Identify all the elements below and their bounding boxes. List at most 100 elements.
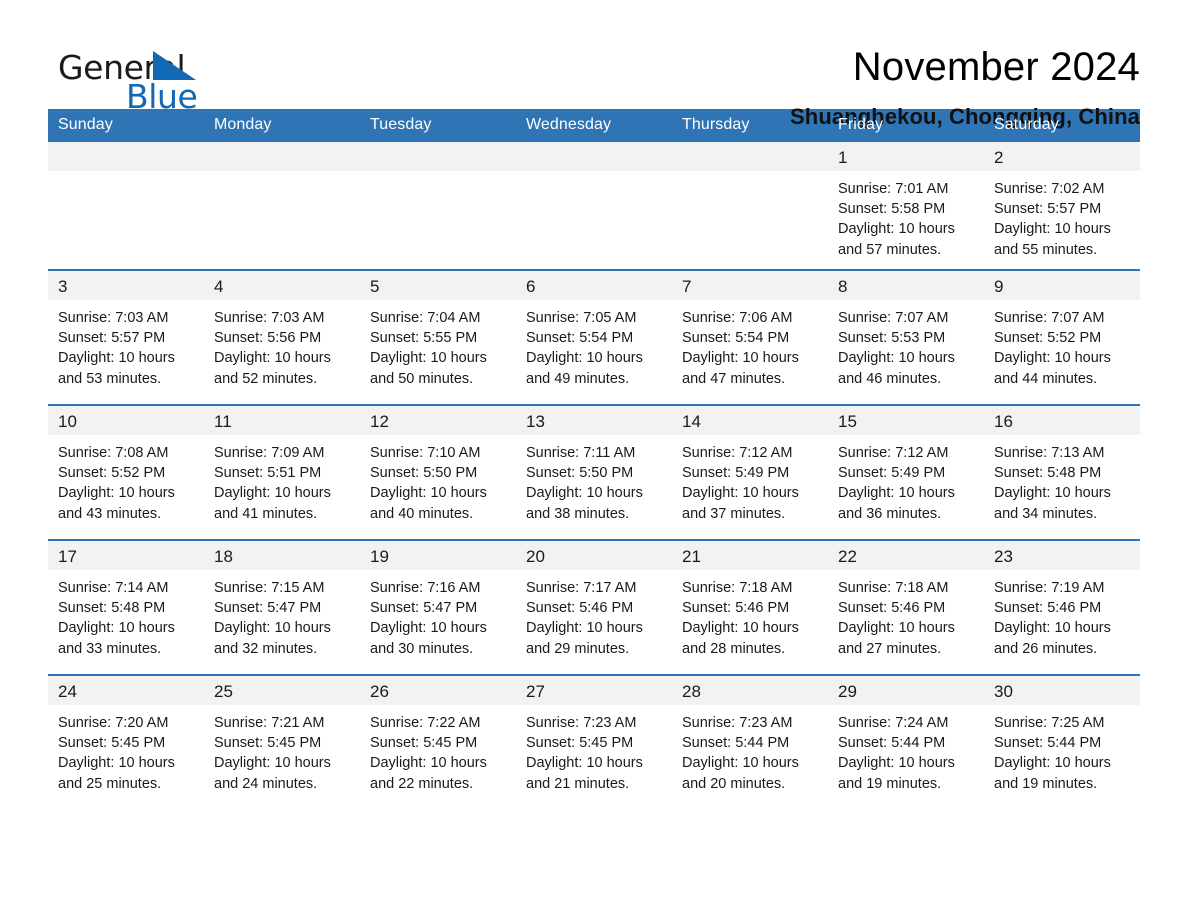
calendar-day-cell[interactable]: 7 Sunrise: 7:06 AM Sunset: 5:54 PM Daylight… bbox=[672, 269, 828, 405]
calendar-day-cell[interactable]: 29 Sunrise: 7:24 AM Sunset: 5:44 PM Dayligh… bbox=[828, 674, 984, 809]
calendar-day-cell[interactable]: 16 Sunrise: 7:13 AM Sunset: 5:48 PM Dayligh… bbox=[984, 404, 1140, 540]
daylight-text-line1: Daylight: 10 hours bbox=[682, 485, 799, 502]
daylight-text-line2: and 21 minutes. bbox=[526, 775, 630, 792]
calendar-page: General Blue November 2024 Shuanghekou, … bbox=[0, 0, 1188, 918]
day-cell-inner: 9 Sunrise: 7:07 AM Sunset: 5:52 PM Daylight… bbox=[984, 271, 1140, 404]
calendar-day-cell bbox=[204, 142, 360, 270]
day-details: Sunrise: 7:15 AM Sunset: 5:47 PM Daylight:… bbox=[204, 570, 360, 659]
calendar-day-cell[interactable]: 6 Sunrise: 7:05 AM Sunset: 5:54 PM Daylight… bbox=[516, 269, 672, 405]
calendar-day-cell[interactable]: 18 Sunrise: 7:15 AM Sunset: 5:47 PM Dayligh… bbox=[204, 539, 360, 675]
day-cell-inner bbox=[516, 142, 672, 269]
calendar-day-cell[interactable]: 5 Sunrise: 7:04 AM Sunset: 5:55 PM Daylight… bbox=[360, 269, 516, 405]
daylight-text-line1: Daylight: 10 hours bbox=[214, 485, 331, 502]
sunset-text: Sunset: 5:49 PM bbox=[682, 465, 790, 482]
sunrise-text: Sunrise: 7:21 AM bbox=[214, 715, 325, 731]
calendar-day-cell[interactable]: 24 Sunrise: 7:20 AM Sunset: 5:45 PM Dayligh… bbox=[48, 674, 204, 809]
daylight-text-line1: Daylight: 10 hours bbox=[526, 350, 643, 367]
daylight-text-line2: and 28 minutes. bbox=[682, 640, 786, 657]
day-cell-inner: 15 Sunrise: 7:12 AM Sunset: 5:49 PM Dayligh… bbox=[828, 406, 984, 539]
sunrise-text: Sunrise: 7:12 AM bbox=[838, 445, 949, 461]
day-details: Sunrise: 7:16 AM Sunset: 5:47 PM Daylight:… bbox=[360, 570, 516, 659]
daylight-text-line1: Daylight: 10 hours bbox=[838, 221, 955, 238]
day-details: Sunrise: 7:01 AM Sunset: 5:58 PM Daylight:… bbox=[828, 171, 984, 260]
day-cell-inner: 8 Sunrise: 7:07 AM Sunset: 5:53 PM Daylight… bbox=[828, 271, 984, 404]
sunrise-text: Sunrise: 7:18 AM bbox=[682, 580, 793, 596]
calendar-week-row: 1 Sunrise: 7:01 AM Sunset: 5:58 PM Daylight… bbox=[48, 142, 1140, 270]
sunrise-text: Sunrise: 7:24 AM bbox=[838, 715, 949, 731]
day-cell-inner: 17 Sunrise: 7:14 AM Sunset: 5:48 PM Dayligh… bbox=[48, 541, 204, 674]
day-cell-inner: 16 Sunrise: 7:13 AM Sunset: 5:48 PM Dayligh… bbox=[984, 406, 1140, 539]
day-number: 3 bbox=[48, 271, 204, 300]
generalblue-logo[interactable]: General Blue bbox=[48, 44, 278, 116]
calendar-day-cell[interactable]: 10 Sunrise: 7:08 AM Sunset: 5:52 PM Dayligh… bbox=[48, 404, 204, 540]
day-cell-inner: 30 Sunrise: 7:25 AM Sunset: 5:44 PM Dayligh… bbox=[984, 676, 1140, 809]
day-details: Sunrise: 7:20 AM Sunset: 5:45 PM Daylight:… bbox=[48, 705, 204, 794]
day-details: Sunrise: 7:10 AM Sunset: 5:50 PM Daylight:… bbox=[360, 435, 516, 524]
sunrise-text: Sunrise: 7:15 AM bbox=[214, 580, 325, 596]
calendar-week-row: 24 Sunrise: 7:20 AM Sunset: 5:45 PM Dayligh… bbox=[48, 674, 1140, 809]
calendar-day-cell[interactable]: 13 Sunrise: 7:11 AM Sunset: 5:50 PM Dayligh… bbox=[516, 404, 672, 540]
day-cell-inner: 4 Sunrise: 7:03 AM Sunset: 5:56 PM Daylight… bbox=[204, 271, 360, 404]
daylight-text-line2: and 46 minutes. bbox=[838, 370, 942, 387]
day-number: 12 bbox=[360, 406, 516, 435]
sunset-text: Sunset: 5:45 PM bbox=[370, 735, 478, 752]
calendar-day-cell[interactable]: 12 Sunrise: 7:10 AM Sunset: 5:50 PM Dayligh… bbox=[360, 404, 516, 540]
day-number bbox=[360, 142, 516, 171]
sunset-text: Sunset: 5:54 PM bbox=[682, 330, 790, 347]
page-title: November 2024 bbox=[852, 45, 1140, 89]
daylight-text-line1: Daylight: 10 hours bbox=[994, 221, 1111, 238]
calendar-day-cell[interactable]: 15 Sunrise: 7:12 AM Sunset: 5:49 PM Dayligh… bbox=[828, 404, 984, 540]
calendar-day-cell[interactable]: 28 Sunrise: 7:23 AM Sunset: 5:44 PM Dayligh… bbox=[672, 674, 828, 809]
calendar-day-cell[interactable]: 14 Sunrise: 7:12 AM Sunset: 5:49 PM Dayligh… bbox=[672, 404, 828, 540]
calendar-day-cell[interactable]: 21 Sunrise: 7:18 AM Sunset: 5:46 PM Dayligh… bbox=[672, 539, 828, 675]
sunset-text: Sunset: 5:51 PM bbox=[214, 465, 322, 482]
calendar-day-cell[interactable]: 4 Sunrise: 7:03 AM Sunset: 5:56 PM Daylight… bbox=[204, 269, 360, 405]
day-number: 13 bbox=[516, 406, 672, 435]
sunrise-text: Sunrise: 7:10 AM bbox=[370, 445, 481, 461]
day-cell-inner: 22 Sunrise: 7:18 AM Sunset: 5:46 PM Dayligh… bbox=[828, 541, 984, 674]
sunset-text: Sunset: 5:46 PM bbox=[838, 600, 946, 617]
daylight-text-line2: and 36 minutes. bbox=[838, 505, 942, 522]
sunrise-text: Sunrise: 7:04 AM bbox=[370, 310, 481, 326]
calendar-day-cell[interactable]: 23 Sunrise: 7:19 AM Sunset: 5:46 PM Dayligh… bbox=[984, 539, 1140, 675]
sunrise-sunset-calendar: Sunday Monday Tuesday Wednesday Thursday… bbox=[48, 109, 1140, 809]
calendar-day-cell[interactable]: 8 Sunrise: 7:07 AM Sunset: 5:53 PM Daylight… bbox=[828, 269, 984, 405]
calendar-day-cell[interactable]: 3 Sunrise: 7:03 AM Sunset: 5:57 PM Daylight… bbox=[48, 269, 204, 405]
calendar-day-cell[interactable]: 11 Sunrise: 7:09 AM Sunset: 5:51 PM Dayligh… bbox=[204, 404, 360, 540]
sunset-text: Sunset: 5:46 PM bbox=[526, 600, 634, 617]
calendar-day-cell[interactable]: 1 Sunrise: 7:01 AM Sunset: 5:58 PM Daylight… bbox=[828, 142, 984, 270]
day-cell-inner: 11 Sunrise: 7:09 AM Sunset: 5:51 PM Dayligh… bbox=[204, 406, 360, 539]
calendar-day-cell[interactable]: 22 Sunrise: 7:18 AM Sunset: 5:46 PM Dayligh… bbox=[828, 539, 984, 675]
daylight-text-line2: and 20 minutes. bbox=[682, 775, 786, 792]
calendar-day-cell[interactable]: 26 Sunrise: 7:22 AM Sunset: 5:45 PM Dayligh… bbox=[360, 674, 516, 809]
day-cell-inner: 2 Sunrise: 7:02 AM Sunset: 5:57 PM Daylight… bbox=[984, 142, 1140, 269]
daylight-text-line2: and 44 minutes. bbox=[994, 370, 1098, 387]
calendar-day-cell[interactable]: 2 Sunrise: 7:02 AM Sunset: 5:57 PM Daylight… bbox=[984, 142, 1140, 270]
calendar-day-cell[interactable]: 25 Sunrise: 7:21 AM Sunset: 5:45 PM Dayligh… bbox=[204, 674, 360, 809]
sunrise-text: Sunrise: 7:16 AM bbox=[370, 580, 481, 596]
calendar-day-cell[interactable]: 9 Sunrise: 7:07 AM Sunset: 5:52 PM Daylight… bbox=[984, 269, 1140, 405]
day-cell-inner: 20 Sunrise: 7:17 AM Sunset: 5:46 PM Dayligh… bbox=[516, 541, 672, 674]
calendar-day-cell[interactable]: 19 Sunrise: 7:16 AM Sunset: 5:47 PM Dayligh… bbox=[360, 539, 516, 675]
calendar-day-cell[interactable]: 17 Sunrise: 7:14 AM Sunset: 5:48 PM Dayligh… bbox=[48, 539, 204, 675]
daylight-text-line1: Daylight: 10 hours bbox=[838, 755, 955, 772]
day-number: 14 bbox=[672, 406, 828, 435]
daylight-text-line1: Daylight: 10 hours bbox=[370, 350, 487, 367]
day-number: 10 bbox=[48, 406, 204, 435]
sunset-text: Sunset: 5:50 PM bbox=[370, 465, 478, 482]
day-details: Sunrise: 7:03 AM Sunset: 5:56 PM Daylight:… bbox=[204, 300, 360, 389]
calendar-day-cell[interactable]: 20 Sunrise: 7:17 AM Sunset: 5:46 PM Dayligh… bbox=[516, 539, 672, 675]
day-details: Sunrise: 7:11 AM Sunset: 5:50 PM Daylight:… bbox=[516, 435, 672, 524]
daylight-text-line2: and 43 minutes. bbox=[58, 505, 162, 522]
daylight-text-line2: and 33 minutes. bbox=[58, 640, 162, 657]
daylight-text-line1: Daylight: 10 hours bbox=[994, 485, 1111, 502]
day-number: 28 bbox=[672, 676, 828, 705]
sunrise-text: Sunrise: 7:07 AM bbox=[994, 310, 1105, 326]
calendar-day-cell[interactable]: 27 Sunrise: 7:23 AM Sunset: 5:45 PM Dayligh… bbox=[516, 674, 672, 809]
daylight-text-line2: and 50 minutes. bbox=[370, 370, 474, 387]
calendar-day-cell[interactable]: 30 Sunrise: 7:25 AM Sunset: 5:44 PM Dayligh… bbox=[984, 674, 1140, 809]
day-details: Sunrise: 7:23 AM Sunset: 5:45 PM Daylight:… bbox=[516, 705, 672, 794]
daylight-text-line2: and 55 minutes. bbox=[994, 241, 1098, 258]
day-details: Sunrise: 7:22 AM Sunset: 5:45 PM Daylight:… bbox=[360, 705, 516, 794]
day-number: 19 bbox=[360, 541, 516, 570]
